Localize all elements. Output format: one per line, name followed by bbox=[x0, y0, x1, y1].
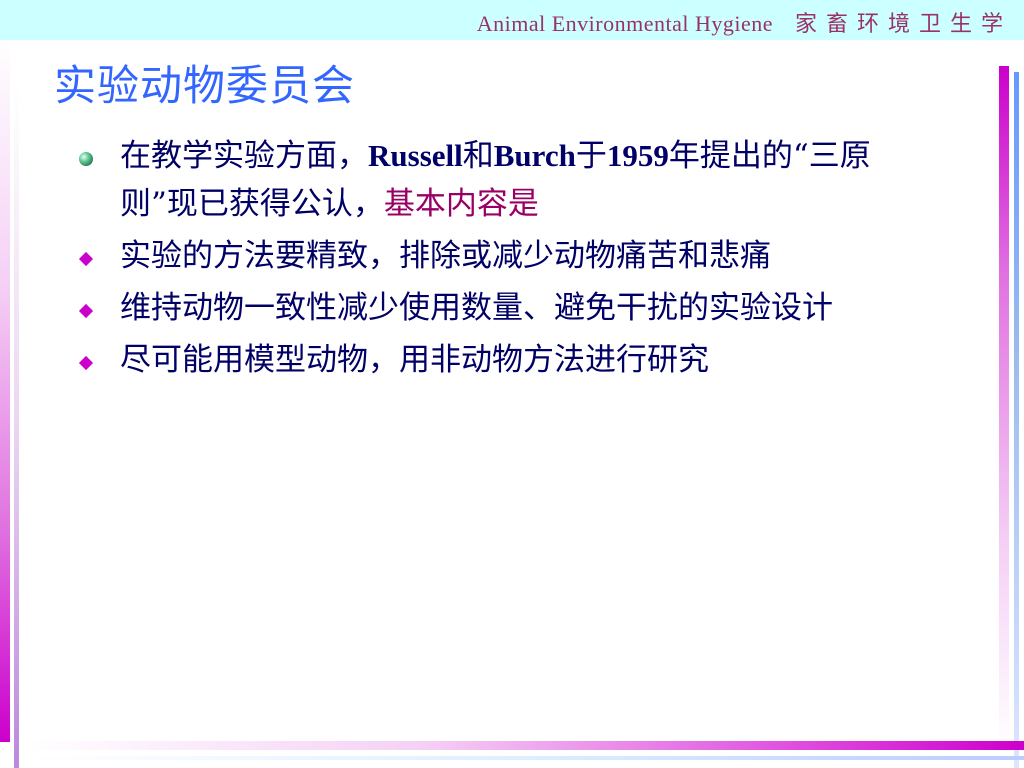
header-band: Animal Environmental Hygiene 家畜环境卫生学 bbox=[0, 0, 1024, 40]
header-chinese: 家畜环境卫生学 bbox=[794, 11, 1012, 36]
bullet-text: 尽可能用模型动物，用非动物方法进行研究 bbox=[120, 342, 709, 378]
slide-title: 实验动物委员会 bbox=[54, 61, 356, 110]
header-english: Animal Environmental Hygiene bbox=[476, 11, 773, 36]
bullet-list: 在教学实验方面，Russell和Burch于1959年提出的“三原则”现已获得公… bbox=[78, 132, 888, 388]
header-text: Animal Environmental Hygiene 家畜环境卫生学 bbox=[477, 6, 1012, 38]
bullet-item: 维持动物一致性减少使用数量、避免干扰的实验设计 bbox=[78, 284, 888, 332]
bullet-item: 尽可能用模型动物，用非动物方法进行研究 bbox=[78, 336, 888, 384]
right-decorative-line bbox=[1014, 72, 1019, 768]
bottom-decorative-line bbox=[30, 756, 1024, 760]
bullet-text: 在教学实验方面，Russell和Burch于1959年提出的“三原则”现已获得公… bbox=[120, 138, 871, 222]
right-decorative-bar bbox=[999, 66, 1009, 750]
left-decorative-bar bbox=[0, 40, 10, 742]
green-ball-icon bbox=[78, 151, 94, 167]
bullet-item: 在教学实验方面，Russell和Burch于1959年提出的“三原则”现已获得公… bbox=[78, 132, 888, 228]
bullet-text: 实验的方法要精致，排除或减少动物痛苦和悲痛 bbox=[120, 238, 771, 274]
bullet-text: 维持动物一致性减少使用数量、避免干扰的实验设计 bbox=[120, 290, 833, 326]
bullet-item: 实验的方法要精致，排除或减少动物痛苦和悲痛 bbox=[78, 232, 888, 280]
magenta-diamond-icon bbox=[78, 251, 94, 267]
left-decorative-line bbox=[14, 86, 19, 768]
emphasis-text: 基本内容是 bbox=[383, 186, 539, 222]
bottom-decorative-bar bbox=[26, 741, 1024, 750]
magenta-diamond-icon bbox=[78, 355, 94, 371]
magenta-diamond-icon bbox=[78, 303, 94, 319]
